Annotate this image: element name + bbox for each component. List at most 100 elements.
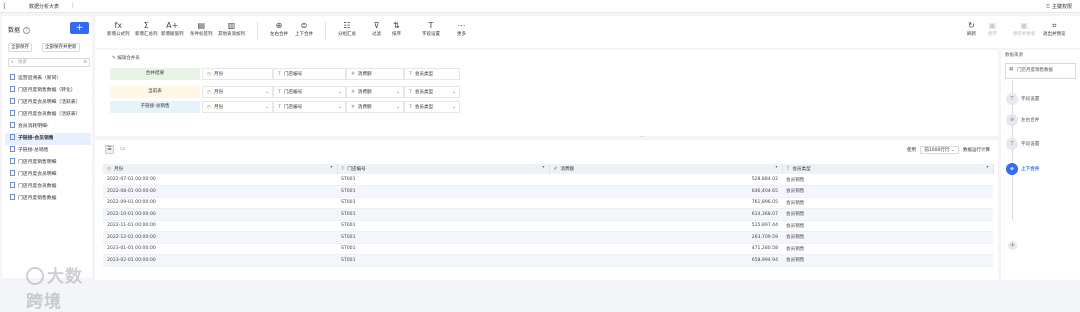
- merge-field-value: 门店编号: [283, 90, 303, 95]
- toolbar-button[interactable]: ⊕ 左右合并: [270, 20, 288, 37]
- save-all-button[interactable]: 全部保存: [8, 43, 32, 52]
- merge-field-select[interactable]: T 会员类型 ⌄: [404, 86, 460, 98]
- merge-field-select[interactable]: # 消费额 ⌄: [346, 101, 404, 113]
- toolbar-button-label: 更多: [457, 32, 466, 37]
- toolbar-divider: [325, 22, 326, 40]
- column-header[interactable]: T 会员类型 ▾: [782, 164, 994, 174]
- toolbar-action-button[interactable]: ▣ 保存: [988, 20, 997, 37]
- merge-field-select[interactable]: ◷ 月份: [202, 68, 273, 80]
- table-list-item[interactable]: 运营追溯表（新同）: [5, 73, 91, 85]
- toolbar-button[interactable]: ▤ 条件标签列: [190, 20, 213, 37]
- table-list-item[interactable]: 门店月度会员数据: [5, 181, 91, 193]
- merge-field-value: 月份: [214, 105, 224, 110]
- table-list-item[interactable]: 门店月度销售数据（转化）: [5, 85, 91, 97]
- toolbar-button-label: 分组汇总: [338, 32, 356, 37]
- rows-select[interactable]: 前1000行行 ⌄: [920, 146, 959, 154]
- merge-field-select[interactable]: # 消费额: [346, 68, 404, 80]
- toolbar-button[interactable]: ⇅ 排序: [392, 20, 401, 37]
- table-list-item[interactable]: 门店月度销售数据: [5, 193, 91, 205]
- toolbar-icon: Σ: [143, 21, 149, 30]
- merge-field-select[interactable]: # 消费额 ⌄: [346, 86, 404, 98]
- add-button[interactable]: +: [70, 22, 89, 34]
- toolbar-button-label: 字段设置: [422, 32, 440, 37]
- merge-field-select[interactable]: T 门店编号 ⌄: [273, 101, 346, 113]
- table-view-icon[interactable]: ☰: [105, 145, 114, 154]
- help-icon[interactable]: ?: [23, 27, 31, 34]
- toolbar-button[interactable]: ⊽ 过滤: [372, 20, 381, 37]
- table-list-item[interactable]: 门店月度会员明细（活跃表）: [5, 97, 91, 109]
- merge-field-value: 会员类型: [414, 90, 434, 95]
- pipeline-step[interactable]: T 字段设置: [1006, 93, 1039, 105]
- source-table[interactable]: ▦ 门店月度销售数据: [1005, 63, 1076, 79]
- table-list-item[interactable]: 子链接-总销售: [5, 145, 91, 157]
- toolbar-action-label: 保存并更新: [1013, 32, 1036, 37]
- save-update-all-button[interactable]: 全部保存并更新: [42, 43, 80, 52]
- toolbar-button-label: 左右合并: [270, 32, 288, 37]
- table-list-item-label: 子链接-总销售: [18, 148, 49, 153]
- table-list-item-label: 门店月度会员数据（活跃表）: [18, 112, 81, 117]
- merge-hint: ✎ 编辑合并表: [112, 56, 140, 61]
- table-list-item[interactable]: 会员消耗明细-: [5, 121, 91, 133]
- field-type-icon: T: [409, 90, 412, 95]
- table-cell: ST001: [337, 243, 549, 255]
- merge-field-select[interactable]: ◷ 月份 ⌄: [202, 101, 273, 113]
- table-cell: 会员销售: [782, 208, 993, 221]
- column-header[interactable]: T 门店编号 ▾: [337, 164, 550, 174]
- field-type-icon: #: [351, 72, 355, 77]
- merge-field-select[interactable]: T 门店编号 ⌄: [273, 86, 346, 98]
- table-list-item[interactable]: 子链接-会员销售: [5, 133, 91, 145]
- table-cell: 614,368.07: [549, 208, 782, 221]
- merge-field-select[interactable]: T 门店编号: [273, 68, 346, 80]
- sort-icon[interactable]: ▾: [542, 164, 544, 169]
- sort-icon[interactable]: ▾: [986, 164, 988, 169]
- table-cell: 2023-02-01 00:00:00: [103, 254, 337, 267]
- table-list-item-label: 门店月度会员明细（活跃表）: [18, 100, 81, 105]
- toolbar-icon: fx: [114, 21, 123, 30]
- toolbar-button[interactable]: T 字段设置: [422, 20, 440, 37]
- table-list-item[interactable]: 门店月度会员数据（活跃表）: [5, 109, 91, 121]
- back-icon[interactable]: ⟨: [3, 2, 6, 10]
- key-icon: ⚿: [1046, 4, 1050, 10]
- filter-icon[interactable]: ⊖: [83, 59, 87, 66]
- toolbar-button[interactable]: Σ 新增汇总列: [135, 20, 158, 37]
- toolbar-button[interactable]: ⋯ 更多: [457, 20, 466, 37]
- toolbar-icon: ▤: [197, 21, 206, 30]
- search-input[interactable]: ⌕ 搜索 ⊖: [8, 58, 90, 67]
- share-link[interactable]: ⚿ 主键权限: [1046, 3, 1072, 10]
- table-icon: [10, 194, 15, 200]
- field-type-icon: ◷: [207, 90, 212, 95]
- pipeline-step[interactable]: ⊕ 左右合并: [1006, 114, 1039, 126]
- toolbar-button[interactable]: A+ 新增赋值列: [161, 20, 184, 37]
- grid-view-icon[interactable]: ▭: [120, 145, 126, 152]
- column-header-label: 会员类型: [792, 167, 811, 172]
- column-header[interactable]: ◷ 月份 ▾: [103, 164, 338, 174]
- table-icon: ▦: [1009, 67, 1014, 72]
- column-header[interactable]: # 消费额 ▾: [549, 164, 783, 174]
- pipeline-step[interactable]: ⊜ 上下合并: [1006, 163, 1039, 175]
- search-placeholder: 搜索: [18, 60, 27, 65]
- toolbar-action-button[interactable]: ↻ 刷新: [967, 20, 976, 37]
- toolbar-icon: ⊽: [373, 21, 380, 30]
- pipeline-step[interactable]: T 字段设置: [1006, 138, 1039, 150]
- toolbar-action-button[interactable]: ⌗ 退出并预览: [1043, 20, 1066, 37]
- sort-icon[interactable]: ▾: [330, 164, 332, 169]
- table-row: 2022-09-01 00:00:00 ST001 761,896.05 会员销售: [103, 197, 993, 209]
- toolbar-button[interactable]: fx 新增公式列: [107, 20, 130, 37]
- table-list-item[interactable]: 门店月度会员明细: [5, 169, 91, 181]
- merge-field-select[interactable]: T 会员类型 ⌄: [404, 101, 460, 113]
- toolbar-action-button[interactable]: ▣ 保存并更新: [1013, 20, 1036, 37]
- merge-field-select[interactable]: ◷ 月份 ⌄: [202, 86, 273, 98]
- merge-field-select[interactable]: T 会员类型: [404, 68, 460, 80]
- toolbar-button[interactable]: ☷ 分组汇总: [338, 20, 356, 37]
- step-label: 上下合并: [1021, 167, 1040, 172]
- more-icon[interactable]: ⋮: [70, 2, 76, 9]
- table-list-item-label: 门店月度会员明细: [18, 172, 57, 177]
- sort-icon[interactable]: ▾: [775, 164, 777, 169]
- run-calc-label[interactable]: 数据运行计算: [963, 148, 990, 153]
- add-step-icon[interactable]: +: [1008, 241, 1017, 250]
- toolbar-button[interactable]: ⊜ 上下合并: [295, 20, 313, 37]
- table-row: 2022-12-01 00:00:00 ST001 263,709.59 会员销售: [103, 231, 993, 244]
- toolbar-button[interactable]: ▥ 其他表添加列: [218, 20, 245, 37]
- table-list-item-label: 门店月度会员数据: [18, 184, 57, 189]
- table-list-item[interactable]: 门店月度销售明细: [5, 157, 91, 169]
